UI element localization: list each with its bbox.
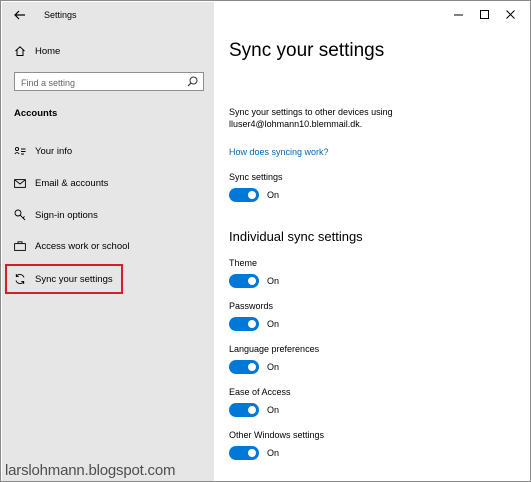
minimize-icon [453,14,463,15]
home-label: Home [35,45,61,57]
toggle-state: On [267,190,280,200]
search-box[interactable] [14,72,204,92]
maximize-icon [479,9,489,19]
sidebar-item-label: Your info [35,145,73,157]
toggle-knob [248,320,256,328]
sidebar-item-sign-in-options[interactable]: Sign-in options [14,207,98,223]
mail-icon [14,177,26,189]
setting-label: Sync settings [229,172,283,182]
sidebar-item-access-work[interactable]: Access work or school [14,238,130,254]
page-title: Sync your settings [229,40,385,61]
sidebar-item-label: Sync your settings [35,273,113,285]
toggle-state: On [267,319,280,329]
setting-label: Theme [229,258,258,268]
sidebar-item-your-info[interactable]: Your info [14,143,72,159]
theme-toggle[interactable] [229,274,259,288]
minimize-button[interactable] [445,6,471,22]
toggle-knob [248,406,256,414]
setting-label: Ease of Access [229,387,291,397]
toggle-state: On [267,362,280,372]
contact-card-icon [14,145,26,157]
toggle-knob [248,363,256,371]
setting-label: Language preferences [229,344,320,354]
app-title: Settings [44,10,77,20]
back-button[interactable] [12,7,28,23]
individual-sync-heading: Individual sync settings [229,229,363,244]
passwords-toggle[interactable] [229,317,259,331]
home-nav-item[interactable]: Home [14,45,60,57]
other-windows-settings-toggle[interactable] [229,446,259,460]
toggle-state: On [267,276,280,286]
how-syncing-works-link[interactable]: How does syncing work? [229,147,329,157]
back-arrow-icon [14,10,25,20]
language-preferences-setting: Language preferences On [229,344,319,374]
key-icon [14,209,26,221]
window-controls [445,6,523,22]
toggle-state: On [267,448,280,458]
language-preferences-toggle[interactable] [229,360,259,374]
sidebar-item-sync-settings[interactable]: Sync your settings [5,264,123,294]
toggle-knob [248,449,256,457]
briefcase-icon [14,240,26,252]
toggle-knob [248,191,256,199]
sync-icon [14,273,26,285]
setting-label: Passwords [229,301,274,311]
sidebar: Settings Home Accounts [2,2,214,481]
close-button[interactable] [497,6,523,22]
sync-settings-toggle[interactable] [229,188,259,202]
sync-description: Sync your settings to other devices usin… [229,107,393,129]
sidebar-item-label: Sign-in options [35,209,98,221]
ease-of-access-setting: Ease of Access On [229,387,291,417]
sidebar-item-label: Email & accounts [35,177,109,189]
sidebar-item-label: Access work or school [35,240,130,252]
settings-window: Settings Home Accounts [0,0,531,482]
toggle-state: On [267,405,280,415]
sync-settings-group: Sync settings On [229,172,283,202]
search-icon[interactable] [187,76,198,87]
toggle-knob [248,277,256,285]
sidebar-item-email-accounts[interactable]: Email & accounts [14,175,108,191]
section-title: Accounts [14,108,58,119]
main-content: Sync your settings Sync your settings to… [214,2,530,481]
maximize-button[interactable] [471,6,497,22]
other-windows-settings-setting: Other Windows settings On [229,430,324,460]
search-input[interactable] [15,74,180,92]
setting-label: Other Windows settings [229,430,325,440]
watermark: larslohmann.blogspot.com [5,462,176,479]
ease-of-access-toggle[interactable] [229,403,259,417]
home-icon [14,45,26,57]
passwords-setting: Passwords On [229,301,279,331]
close-icon [505,9,515,19]
theme-setting: Theme On [229,258,279,288]
